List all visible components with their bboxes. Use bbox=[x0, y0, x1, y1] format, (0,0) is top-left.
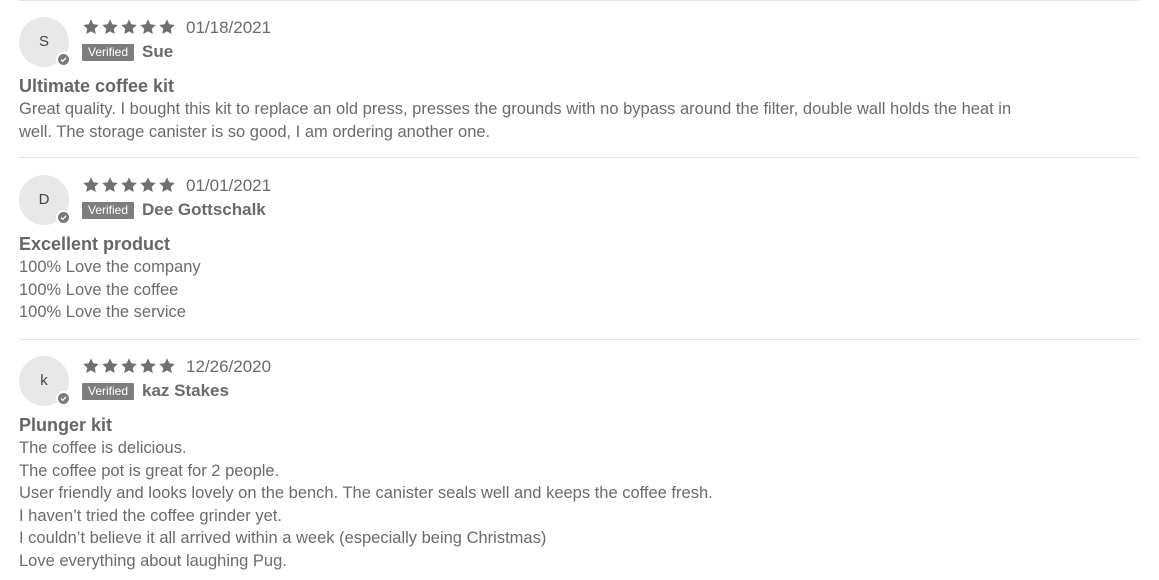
avatar: S bbox=[19, 17, 71, 67]
star-icon bbox=[139, 18, 157, 36]
review-item: S 01/18/2021 Verified Sue Ultimate coffe… bbox=[19, 17, 1139, 158]
star-rating bbox=[82, 18, 176, 38]
star-icon bbox=[120, 176, 138, 194]
review-body-line: User friendly and looks lovely on the be… bbox=[19, 484, 713, 502]
review-item: k 12/26/2020 Verified kaz Stakes Plunger… bbox=[19, 356, 1139, 580]
star-icon bbox=[120, 357, 138, 375]
review-body-line: 100% Love the company bbox=[19, 258, 201, 276]
review-item: D 01/01/2021 Verified Dee Gottschalk Exc… bbox=[19, 175, 1139, 340]
review-date: 01/01/2021 bbox=[186, 176, 272, 195]
review-date: 01/18/2021 bbox=[186, 18, 272, 37]
star-icon bbox=[101, 357, 119, 375]
avatar: k bbox=[19, 356, 71, 406]
review-title: Excellent product bbox=[19, 234, 171, 254]
top-divider bbox=[19, 0, 1139, 1]
review-body-line: 100% Love the coffee bbox=[19, 280, 179, 299]
star-rating bbox=[82, 357, 176, 377]
star-icon bbox=[158, 357, 176, 375]
verified-check-icon bbox=[56, 210, 71, 225]
star-icon bbox=[120, 18, 138, 36]
review-body: 100% Love the company 100% Love the coff… bbox=[19, 256, 1139, 324]
star-icon bbox=[139, 176, 157, 194]
avatar: D bbox=[19, 175, 71, 225]
avatar-initial: k bbox=[40, 372, 48, 389]
star-icon bbox=[82, 176, 100, 194]
verified-badge: Verified bbox=[82, 202, 135, 219]
avatar-initial: D bbox=[38, 191, 50, 208]
review-body: Great quality. I bought this kit to repl… bbox=[19, 98, 1139, 143]
review-body-line: well. The storage canister is so good, I… bbox=[19, 122, 491, 141]
review-body-line: The coffee is delicious. bbox=[19, 439, 187, 457]
star-icon bbox=[101, 176, 119, 194]
review-author: Dee Gottschalk bbox=[142, 200, 266, 219]
star-icon bbox=[101, 18, 119, 36]
star-icon bbox=[82, 18, 100, 36]
star-icon bbox=[82, 357, 100, 375]
verified-check-icon bbox=[56, 52, 71, 67]
review-body-line: The coffee pot is great for 2 people. bbox=[19, 461, 280, 480]
review-body-line: I haven’t tried the coffee grinder yet. bbox=[19, 506, 282, 525]
review-author: kaz Stakes bbox=[142, 381, 229, 400]
review-body: The coffee is delicious. The coffee pot … bbox=[19, 437, 1139, 572]
star-icon bbox=[139, 357, 157, 375]
star-rating bbox=[82, 176, 176, 196]
review-body-line: 100% Love the service bbox=[19, 303, 186, 321]
verified-check-icon bbox=[56, 391, 71, 406]
verified-badge: Verified bbox=[82, 383, 135, 400]
review-title: Plunger kit bbox=[19, 415, 113, 435]
avatar-initial: S bbox=[38, 33, 49, 50]
review-body-line: Great quality. I bought this kit to repl… bbox=[19, 100, 1012, 118]
review-body-line: I couldn’t believe it all arrived within… bbox=[19, 529, 547, 547]
review-author: Sue bbox=[142, 42, 174, 61]
star-icon bbox=[158, 18, 176, 36]
review-date: 12/26/2020 bbox=[186, 357, 272, 376]
review-body-line: Love everything about laughing Pug. bbox=[19, 551, 287, 570]
review-title: Ultimate coffee kit bbox=[19, 76, 175, 96]
star-icon bbox=[158, 176, 176, 194]
verified-badge: Verified bbox=[82, 44, 135, 61]
